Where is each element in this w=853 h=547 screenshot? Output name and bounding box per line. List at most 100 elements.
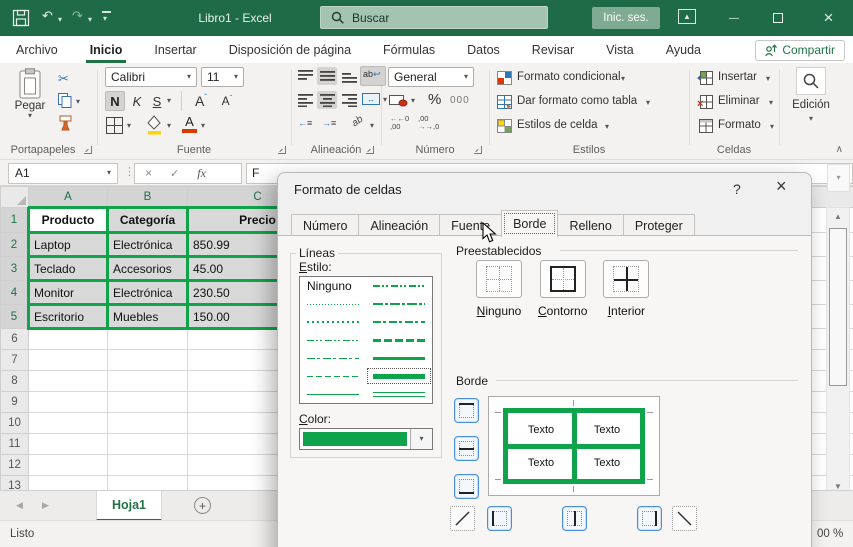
font-color-icon[interactable]: A	[182, 115, 197, 133]
line-style-med-dash[interactable]	[366, 331, 432, 349]
dialog-tab-borde[interactable]: Borde	[501, 210, 558, 237]
column-header-A[interactable]: A	[29, 187, 108, 208]
fill-color-icon[interactable]	[146, 115, 163, 135]
save-icon[interactable]	[12, 9, 30, 27]
format-cells-button[interactable]: Formato	[718, 119, 761, 131]
select-all-corner[interactable]	[1, 187, 29, 208]
ribbon-tab-inicio[interactable]: Inicio	[74, 36, 139, 63]
number-dialog-launcher[interactable]	[474, 146, 482, 154]
border-right-button[interactable]	[637, 506, 662, 531]
preset-button-outline[interactable]	[540, 260, 586, 298]
borders-icon[interactable]	[106, 117, 123, 134]
decrease-font-button[interactable]: Aˇ	[216, 91, 238, 111]
alignment-dialog-launcher[interactable]	[366, 146, 374, 154]
row-header-7[interactable]: 7	[1, 350, 29, 371]
ribbon-tab-datos[interactable]: Datos	[451, 36, 516, 63]
line-style-dot-fine[interactable]	[300, 295, 366, 313]
align-left-icon[interactable]	[298, 94, 313, 107]
cell-B6[interactable]	[108, 329, 188, 350]
ribbon-tab-revisar[interactable]: Revisar	[516, 36, 590, 63]
align-top-icon[interactable]	[298, 70, 313, 83]
ribbon-tab-insertar[interactable]: Insertar	[138, 36, 212, 63]
collapse-ribbon-button[interactable]: ∧	[836, 144, 843, 155]
line-style-thin[interactable]	[300, 385, 366, 403]
expand-formula-bar-button[interactable]: ▾	[827, 164, 850, 192]
color-dropdown-button[interactable]: ▾	[410, 429, 432, 449]
cell-B1[interactable]: Categoría	[108, 208, 188, 233]
format-cells-icon[interactable]	[697, 119, 713, 133]
orientation-button[interactable]: ab	[350, 114, 365, 129]
sign-in-button[interactable]: Inic. ses.	[592, 7, 660, 29]
font-color-chevron-icon[interactable]: ▾	[201, 122, 205, 130]
undo-chevron-icon[interactable]: ▾	[58, 16, 62, 24]
border-diagonal-down-button[interactable]	[672, 506, 697, 531]
format-as-table-icon[interactable]	[497, 95, 512, 109]
ribbon-tab-vista[interactable]: Vista	[590, 36, 650, 63]
row-header-3[interactable]: 3	[1, 257, 29, 281]
dialog-help-button[interactable]: ?	[733, 181, 741, 197]
cancel-formula-button[interactable]: ×	[145, 166, 152, 180]
accounting-format-icon[interactable]	[389, 93, 408, 108]
share-button[interactable]: Compartir	[755, 40, 845, 61]
percent-style-button[interactable]: %	[428, 91, 441, 108]
cell-B11[interactable]	[108, 434, 188, 455]
ribbon-display-options-button[interactable]: ▲	[678, 9, 696, 24]
cell-A4[interactable]: Monitor	[29, 281, 108, 305]
copy-button[interactable]	[58, 93, 72, 108]
new-sheet-button[interactable]: +	[194, 497, 211, 514]
row-header-12[interactable]: 12	[1, 455, 29, 476]
cell-B2[interactable]: Electrónica	[108, 233, 188, 257]
bold-button[interactable]: N	[105, 91, 125, 111]
border-left-button[interactable]	[487, 506, 512, 531]
row-header-8[interactable]: 8	[1, 371, 29, 392]
cell-B12[interactable]	[108, 455, 188, 476]
line-style-med-dash-dot-dot[interactable]	[366, 277, 432, 295]
cell-A8[interactable]	[29, 371, 108, 392]
border-inside-horizontal-button[interactable]	[454, 436, 479, 461]
redo-button[interactable]: ↷	[72, 9, 83, 22]
line-style-dash-dot-dot[interactable]	[300, 331, 366, 349]
search-box[interactable]: Buscar	[320, 6, 548, 29]
font-family-combo[interactable]: Calibri▾	[105, 67, 197, 87]
cell-styles-button[interactable]: Estilos de celda	[517, 119, 598, 131]
vertical-scroll-thumb[interactable]	[829, 228, 847, 386]
cell-styles-icon[interactable]	[497, 119, 512, 133]
merge-chevron-icon[interactable]: ▾	[383, 96, 387, 104]
format-as-table-button[interactable]: Dar formato como tabla	[517, 95, 637, 107]
insert-cells-icon[interactable]	[697, 71, 713, 85]
align-right-icon[interactable]	[342, 94, 357, 107]
close-window-button[interactable]: ×	[804, 0, 853, 36]
cell-A2[interactable]: Laptop	[29, 233, 108, 257]
format-painter-button[interactable]	[58, 115, 73, 131]
enter-formula-button[interactable]: ✓	[170, 167, 179, 180]
border-bottom-button[interactable]	[454, 474, 479, 499]
undo-button[interactable]: ↶	[42, 9, 53, 22]
redo-chevron-icon[interactable]: ▾	[88, 16, 92, 24]
border-preview-grid[interactable]: Texto Texto Texto Texto	[503, 408, 645, 484]
column-header-B[interactable]: B	[108, 187, 188, 208]
number-format-combo[interactable]: General▾	[388, 67, 474, 87]
decrease-decimal-button[interactable]: ,00 →→,0	[418, 115, 439, 131]
minimize-button[interactable]: —	[714, 0, 754, 36]
fill-color-chevron-icon[interactable]: ▾	[167, 122, 171, 130]
underline-button[interactable]: S	[149, 91, 165, 111]
increase-indent-button[interactable]: →≡	[322, 118, 336, 128]
dialog-close-button[interactable]: ×	[776, 176, 787, 197]
sheet-tab-hoja1[interactable]: Hoja1	[96, 491, 162, 521]
row-header-5[interactable]: 5	[1, 305, 29, 329]
ribbon-tab-formulas[interactable]: Fórmulas	[367, 36, 451, 63]
dialog-tab-relleno[interactable]: Relleno	[557, 214, 623, 237]
line-style-medium[interactable]	[366, 349, 432, 367]
underline-chevron-icon[interactable]: ▾	[167, 97, 171, 105]
editing-group-button[interactable]: Edición ▾	[787, 67, 835, 135]
orientation-chevron-icon[interactable]: ▾	[370, 122, 374, 130]
clipboard-dialog-launcher[interactable]	[84, 146, 92, 154]
row-header-4[interactable]: 4	[1, 281, 29, 305]
row-header-2[interactable]: 2	[1, 233, 29, 257]
dialog-tab-proteger[interactable]: Proteger	[623, 214, 695, 237]
row-header-11[interactable]: 11	[1, 434, 29, 455]
cell-A12[interactable]	[29, 455, 108, 476]
cell-B10[interactable]	[108, 413, 188, 434]
ribbon-tab-archivo[interactable]: Archivo	[0, 36, 74, 63]
line-style-dash-dot[interactable]	[300, 349, 366, 367]
